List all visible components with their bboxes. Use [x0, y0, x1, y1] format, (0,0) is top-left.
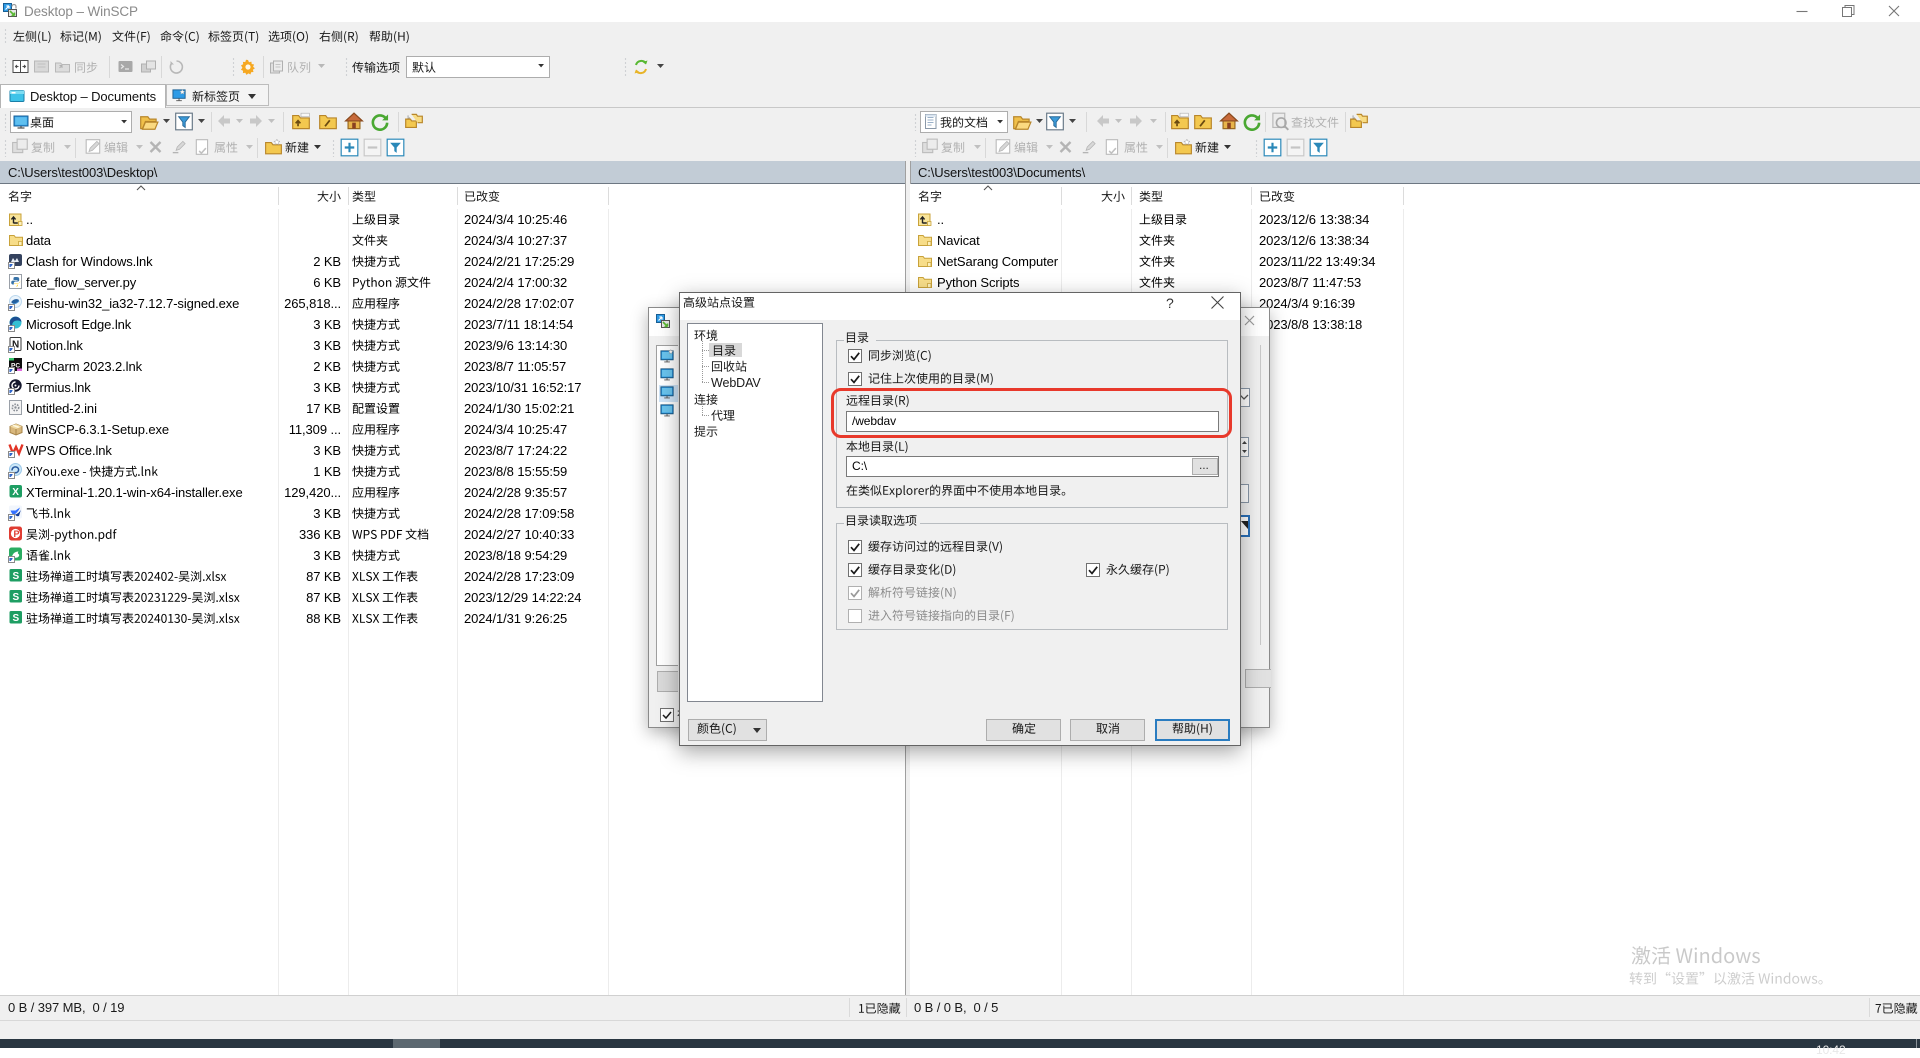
svg-text:P: P — [14, 529, 20, 539]
svg-text:S: S — [13, 571, 20, 582]
svg-text:S: S — [13, 592, 20, 603]
svg-text:S: S — [13, 613, 20, 624]
svg-text:X: X — [12, 487, 19, 498]
